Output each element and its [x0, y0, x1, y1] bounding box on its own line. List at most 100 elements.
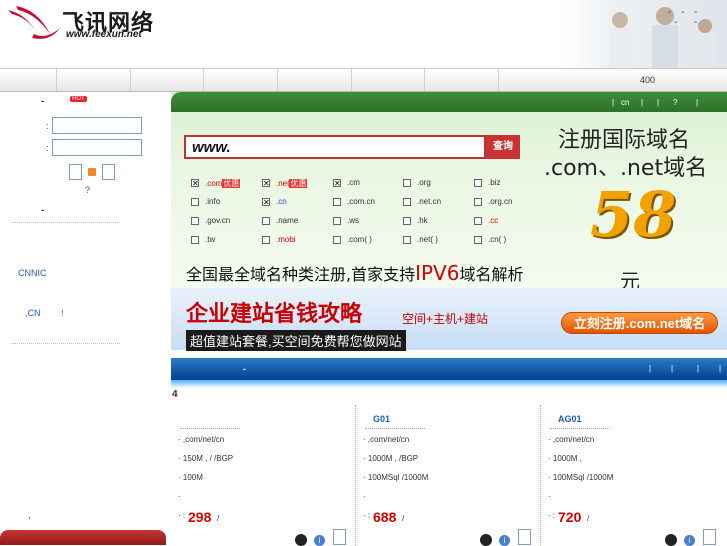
- cnnic-link[interactable]: CNNIC: [18, 268, 47, 278]
- domain-checkbox[interactable]: ✕: [333, 179, 341, 188]
- password-input[interactable]: [52, 139, 142, 156]
- domain-label-text: .org.cn: [488, 197, 513, 206]
- domain-checkbox[interactable]: ✕: [262, 198, 270, 207]
- domain-label-text: .ws: [347, 216, 359, 225]
- product-name[interactable]: G01: [373, 414, 390, 424]
- product-spec: · :: [548, 511, 555, 520]
- tab-sep[interactable]: |: [649, 364, 651, 373]
- domain-checkbox[interactable]: [474, 236, 482, 244]
- qq-icon[interactable]: [480, 534, 492, 546]
- login-button[interactable]: [69, 164, 82, 180]
- header-dash[interactable]: -: [674, 17, 677, 28]
- register-button[interactable]: [102, 164, 115, 180]
- domain-search-input[interactable]: www.: [184, 135, 486, 159]
- domain-checkbox[interactable]: ✕: [191, 179, 199, 188]
- product-spec-text: :: [182, 511, 186, 520]
- domain-checkbox[interactable]: [191, 236, 199, 244]
- domain-checkbox[interactable]: [262, 236, 270, 244]
- product-spec: · ,com/net/cn: [548, 435, 594, 444]
- domain-checkbox[interactable]: [403, 198, 411, 206]
- domain-checkbox[interactable]: [403, 179, 411, 187]
- rss-icon[interactable]: [88, 168, 96, 176]
- nav-item[interactable]: [424, 69, 425, 91]
- domain-checkbox[interactable]: ✕: [262, 179, 270, 188]
- domain-label: .net.cn: [417, 197, 441, 206]
- nav-item[interactable]: [277, 69, 278, 91]
- product-spec-text: :: [367, 511, 371, 520]
- topbar-link-help[interactable]: ?: [673, 98, 677, 107]
- sidebar-section-dash: -: [41, 205, 45, 216]
- slogan-text: 全国最全域名种类注册,首家支持: [186, 265, 416, 284]
- domain-checkbox[interactable]: [333, 236, 341, 244]
- product-spec: · 100MSql /1000M: [363, 473, 428, 482]
- promo-price: 58: [590, 178, 677, 251]
- tab-sep[interactable]: |: [671, 364, 673, 373]
- domain-label: .mobi: [276, 235, 296, 244]
- domain-label: .name: [276, 216, 298, 225]
- product-spec: · ,com/net/cn: [178, 435, 224, 444]
- header-dash[interactable]: -: [681, 7, 684, 18]
- domain-checkbox[interactable]: [403, 236, 411, 244]
- domain-label: .net优惠: [276, 178, 308, 189]
- header-photo: [560, 0, 727, 68]
- domain-checkbox[interactable]: [191, 217, 199, 225]
- buy-button[interactable]: [333, 529, 346, 545]
- tab-sep[interactable]: |: [697, 364, 699, 373]
- tabs-title-dash: -: [243, 364, 246, 374]
- domain-checkbox[interactable]: [333, 198, 341, 206]
- qq-icon[interactable]: [295, 534, 307, 546]
- cn-notice-link[interactable]: ,CN: [25, 308, 41, 318]
- forgot-password-link[interactable]: ?: [85, 185, 90, 195]
- domain-label: .com优惠: [205, 178, 241, 189]
- hot-badge: HOT: [70, 96, 87, 102]
- domain-label-text: .cn( ): [488, 235, 507, 244]
- domain-checkbox[interactable]: [403, 217, 411, 225]
- domain-checkbox[interactable]: [262, 217, 270, 225]
- info-icon[interactable]: i: [314, 535, 325, 546]
- info-icon[interactable]: i: [684, 535, 695, 546]
- domain-checkbox[interactable]: [474, 217, 482, 225]
- product-spec-text: 1000M ,: [552, 454, 582, 463]
- buy-button[interactable]: [518, 529, 531, 545]
- price-unit: /: [402, 514, 405, 523]
- section-number: 4: [172, 389, 178, 400]
- nav-item[interactable]: [130, 69, 131, 91]
- nav-item[interactable]: [498, 69, 499, 91]
- header-dash[interactable]: -: [668, 7, 671, 18]
- nav-item[interactable]: [203, 69, 204, 91]
- product-price: 298: [188, 509, 212, 525]
- domain-checkbox[interactable]: [474, 198, 482, 206]
- domain-checkbox[interactable]: [333, 217, 341, 225]
- logo-bird-icon[interactable]: [6, 4, 62, 44]
- divider: [180, 428, 240, 429]
- product-spec-text: ,com/net/cn: [552, 435, 595, 444]
- hosting-ad-subtitle: 空间+主机+建站: [402, 312, 489, 326]
- sidebar-promo-banner[interactable]: [0, 530, 166, 545]
- domain-label-text: .net.cn: [417, 197, 442, 206]
- nav-item[interactable]: [351, 69, 352, 91]
- login-pass-label: :: [46, 143, 49, 153]
- tab-sep[interactable]: |: [719, 364, 721, 373]
- info-icon[interactable]: i: [499, 535, 510, 546]
- product-price: 688: [373, 509, 397, 525]
- nav-item[interactable]: [56, 69, 57, 91]
- discount-badge: 优惠: [289, 179, 308, 188]
- logo-url[interactable]: www.feexun.net: [66, 29, 142, 40]
- domain-checkbox[interactable]: [191, 198, 199, 206]
- product-spec: · :: [178, 511, 185, 520]
- main-nav: 400: [0, 68, 727, 92]
- buy-button[interactable]: [703, 529, 716, 545]
- product-name[interactable]: AG01: [558, 414, 582, 424]
- domain-checkbox[interactable]: [474, 179, 482, 187]
- product-spec: ·: [548, 492, 551, 501]
- register-domain-button[interactable]: 立刻注册.com.net域名: [561, 312, 718, 334]
- username-input[interactable]: [52, 117, 142, 134]
- search-button[interactable]: 查询: [486, 135, 520, 159]
- product-spec: · 100MSql /1000M: [548, 473, 613, 482]
- product-spec: ·: [363, 492, 366, 501]
- product-spec: · :: [363, 511, 370, 520]
- domain-label: .biz: [488, 178, 500, 187]
- topbar-link-cn[interactable]: cn: [621, 98, 629, 107]
- qq-icon[interactable]: [665, 534, 677, 546]
- header-dash[interactable]: -: [694, 17, 697, 28]
